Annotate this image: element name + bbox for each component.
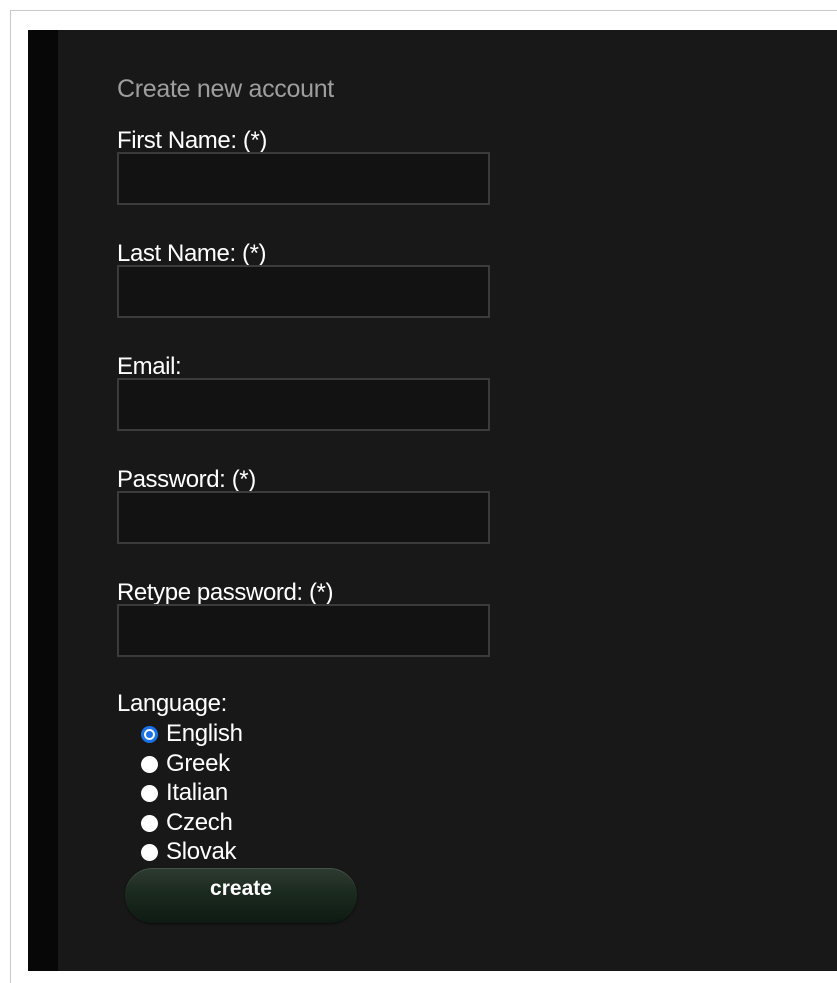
form-title: Create new account xyxy=(117,75,334,103)
language-option-czech[interactable]: Czech xyxy=(141,808,233,838)
last-name-input[interactable] xyxy=(117,265,490,318)
language-option-label: English xyxy=(166,720,243,747)
language-option-slovak[interactable]: Slovak xyxy=(141,837,237,867)
first-name-input[interactable] xyxy=(117,152,490,205)
language-option-greek[interactable]: Greek xyxy=(141,749,230,779)
radio-button-icon[interactable] xyxy=(141,755,158,773)
page-body: Create new account First Name: (*) Last … xyxy=(28,30,837,971)
password-input[interactable] xyxy=(117,491,490,544)
retype-password-input[interactable] xyxy=(117,604,490,657)
create-button[interactable]: create xyxy=(125,868,357,923)
language-option-label: Italian xyxy=(166,779,228,806)
page-left-edge xyxy=(28,30,58,971)
radio-button-icon[interactable] xyxy=(141,843,158,861)
email-input[interactable] xyxy=(117,378,490,431)
language-option-english[interactable]: English xyxy=(141,719,243,749)
radio-button-icon[interactable] xyxy=(141,784,158,802)
language-label: Language: xyxy=(117,690,227,717)
radio-button-icon[interactable] xyxy=(141,814,158,832)
last-name-label: Last Name: (*) xyxy=(117,240,267,267)
language-option-label: Slovak xyxy=(166,838,237,865)
language-option-label: Greek xyxy=(166,750,230,777)
language-option-italian[interactable]: Italian xyxy=(141,778,228,808)
email-label: Email: xyxy=(117,353,182,380)
first-name-label: First Name: (*) xyxy=(117,127,268,154)
retype-password-label: Retype password: (*) xyxy=(117,579,334,606)
radio-button-checked-icon[interactable] xyxy=(141,725,158,743)
password-label: Password: (*) xyxy=(117,466,256,493)
language-option-label: Czech xyxy=(166,809,233,836)
